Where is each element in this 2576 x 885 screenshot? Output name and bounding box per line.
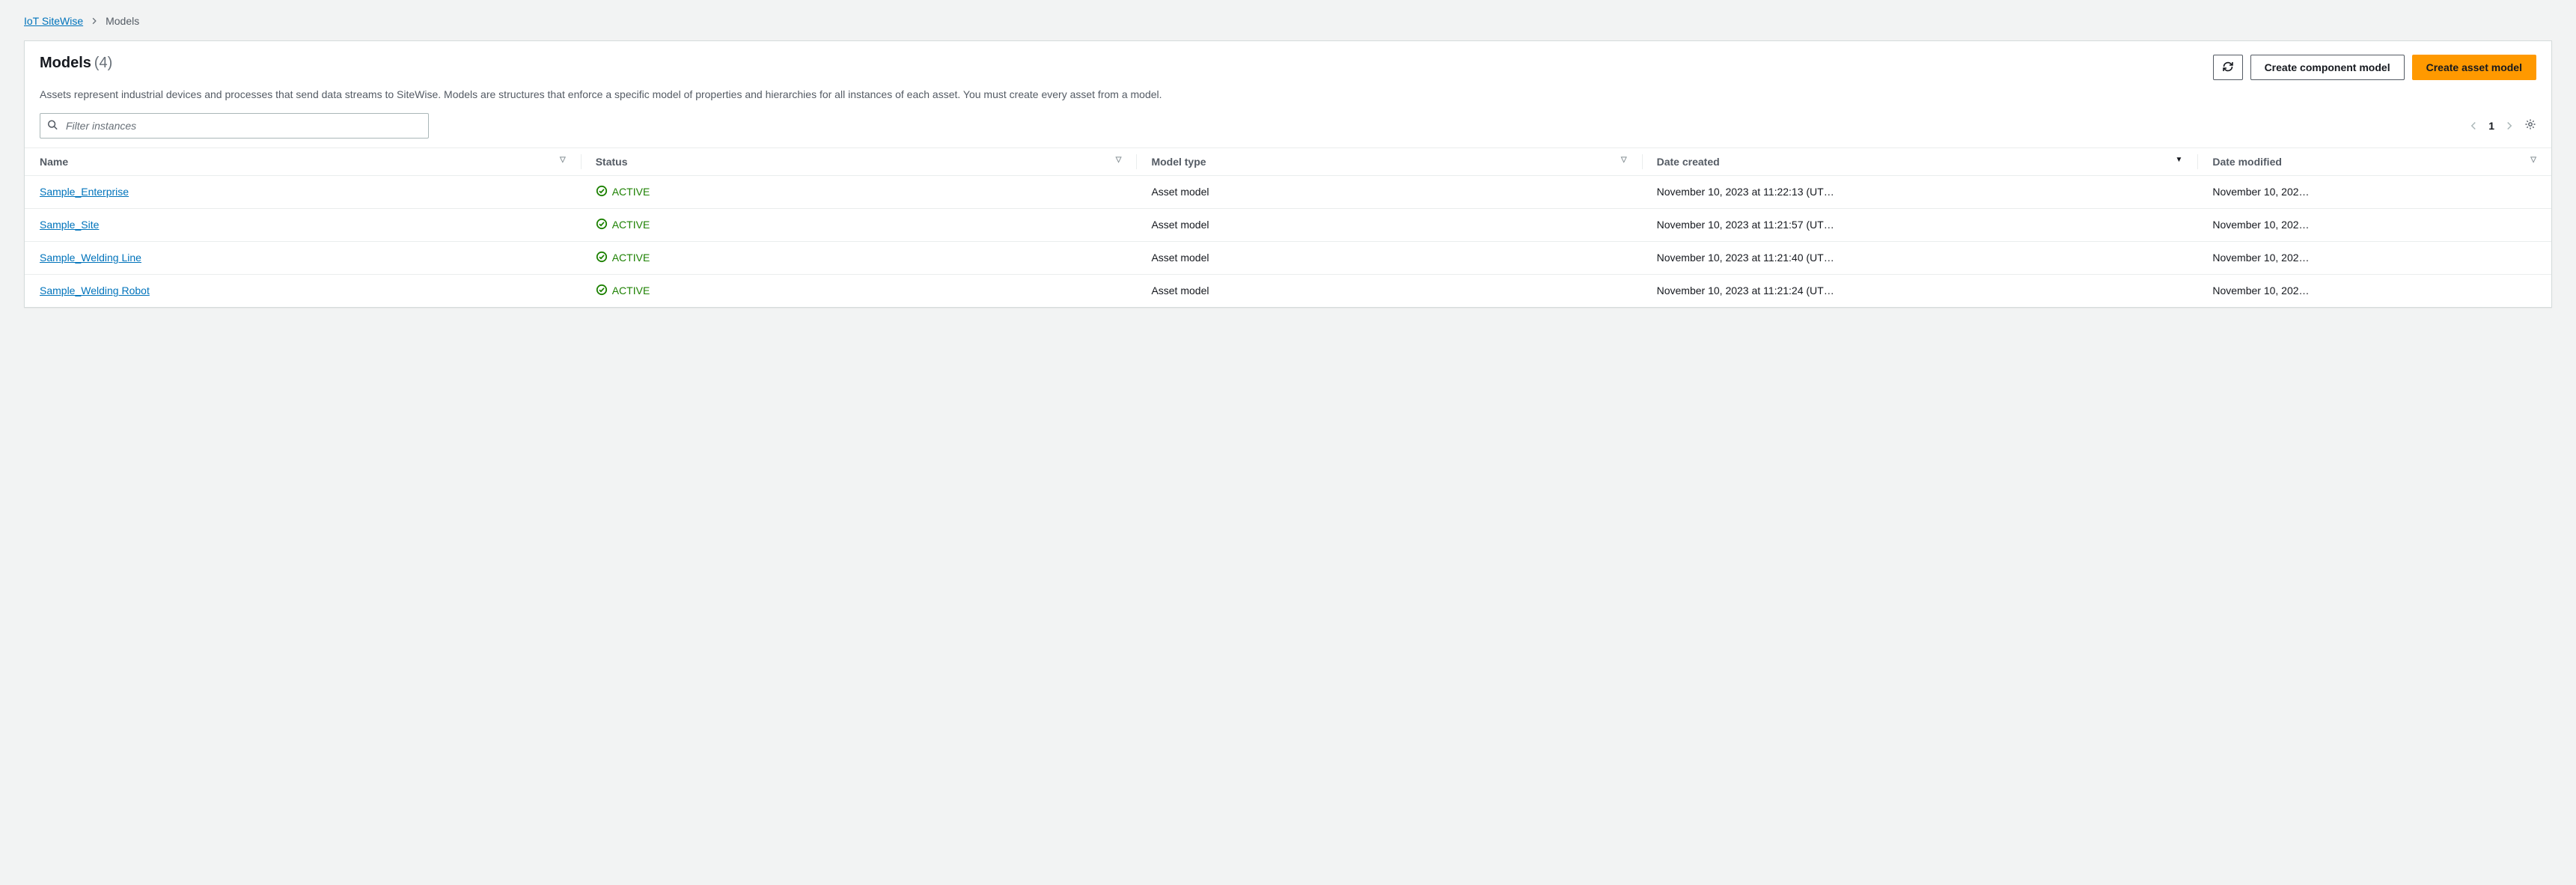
search-icon xyxy=(47,119,58,132)
table-row: Sample_Welding RobotACTIVEAsset modelNov… xyxy=(25,274,2551,307)
breadcrumb-root-link[interactable]: IoT SiteWise xyxy=(24,15,83,27)
col-header-label: Model type xyxy=(1151,156,1206,168)
date-created-cell: November 10, 2023 at 11:22:13 (UT… xyxy=(1642,175,2198,208)
refresh-button[interactable] xyxy=(2213,55,2243,80)
settings-button[interactable] xyxy=(2524,118,2536,133)
panel-description: Assets represent industrial devices and … xyxy=(25,88,2551,113)
date-modified-cell: November 10, 202… xyxy=(2197,241,2551,274)
col-header-created[interactable]: Date created ▼ xyxy=(1642,148,2198,175)
col-header-type[interactable]: Model type ▽ xyxy=(1136,148,1641,175)
col-header-label: Name xyxy=(40,156,68,168)
breadcrumb-current: Models xyxy=(106,15,139,27)
table-row: Sample_EnterpriseACTIVEAsset modelNovemb… xyxy=(25,175,2551,208)
models-panel: Models (4) Create component model Create… xyxy=(24,40,2552,308)
sort-active-icon: ▼ xyxy=(2175,156,2182,164)
sort-icon: ▽ xyxy=(1621,156,1627,164)
status-badge: ACTIVE xyxy=(596,218,650,232)
status-text: ACTIVE xyxy=(612,285,650,296)
date-modified-cell: November 10, 202… xyxy=(2197,208,2551,241)
model-name-link[interactable]: Sample_Welding Line xyxy=(40,252,141,264)
status-text: ACTIVE xyxy=(612,219,650,231)
model-type-cell: Asset model xyxy=(1136,175,1641,208)
sort-icon: ▽ xyxy=(1116,156,1122,164)
check-circle-icon xyxy=(596,251,608,265)
status-text: ACTIVE xyxy=(612,186,650,198)
model-name-link[interactable]: Sample_Enterprise xyxy=(40,186,129,198)
check-circle-icon xyxy=(596,218,608,232)
create-asset-model-button[interactable]: Create asset model xyxy=(2412,55,2536,80)
create-component-model-button[interactable]: Create component model xyxy=(2250,55,2405,80)
model-type-cell: Asset model xyxy=(1136,274,1641,307)
status-badge: ACTIVE xyxy=(596,251,650,265)
gear-icon xyxy=(2524,118,2536,133)
col-header-status[interactable]: Status ▽ xyxy=(581,148,1137,175)
check-circle-icon xyxy=(596,284,608,298)
search-wrapper xyxy=(40,113,429,139)
model-name-link[interactable]: Sample_Welding Robot xyxy=(40,285,150,296)
model-type-cell: Asset model xyxy=(1136,241,1641,274)
models-table: Name ▽ Status ▽ Model type ▽ Date create… xyxy=(25,148,2551,307)
col-header-name[interactable]: Name ▽ xyxy=(25,148,581,175)
filter-input[interactable] xyxy=(40,113,429,139)
col-header-label: Status xyxy=(596,156,628,168)
status-text: ACTIVE xyxy=(612,252,650,264)
col-header-label: Date modified xyxy=(2212,156,2282,168)
status-badge: ACTIVE xyxy=(596,284,650,298)
status-badge: ACTIVE xyxy=(596,185,650,199)
page-title: Models xyxy=(40,55,91,71)
date-modified-cell: November 10, 202… xyxy=(2197,175,2551,208)
date-created-cell: November 10, 2023 at 11:21:40 (UT… xyxy=(1642,241,2198,274)
chevron-right-icon xyxy=(91,15,98,27)
model-type-cell: Asset model xyxy=(1136,208,1641,241)
page-number: 1 xyxy=(2488,120,2494,132)
item-count: (4) xyxy=(94,55,112,71)
refresh-icon xyxy=(2222,61,2234,75)
date-modified-cell: November 10, 202… xyxy=(2197,274,2551,307)
breadcrumb: IoT SiteWise Models xyxy=(24,15,2552,27)
check-circle-icon xyxy=(596,185,608,199)
sort-icon: ▽ xyxy=(2530,156,2536,164)
col-header-modified[interactable]: Date modified ▽ xyxy=(2197,148,2551,175)
page-prev-button[interactable] xyxy=(2469,121,2478,130)
date-created-cell: November 10, 2023 at 11:21:24 (UT… xyxy=(1642,274,2198,307)
table-row: Sample_SiteACTIVEAsset modelNovember 10,… xyxy=(25,208,2551,241)
col-header-label: Date created xyxy=(1657,156,1720,168)
date-created-cell: November 10, 2023 at 11:21:57 (UT… xyxy=(1642,208,2198,241)
sort-icon: ▽ xyxy=(560,156,566,164)
page-next-button[interactable] xyxy=(2505,121,2514,130)
model-name-link[interactable]: Sample_Site xyxy=(40,219,99,231)
table-row: Sample_Welding LineACTIVEAsset modelNove… xyxy=(25,241,2551,274)
